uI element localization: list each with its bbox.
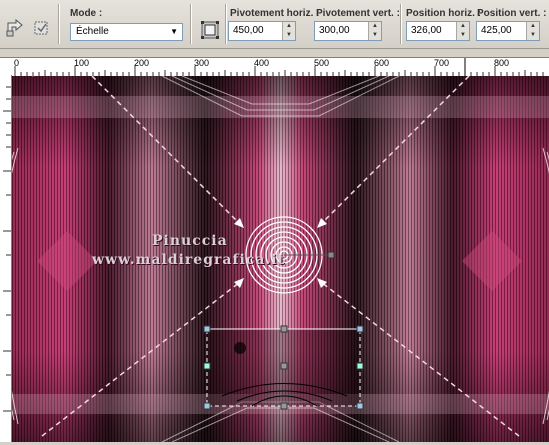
pivot-v-label: Pivotement vert. : [316,8,400,19]
pos-h-value: 326,00 [411,25,442,36]
vertical-ruler [0,75,12,442]
pick-tool-icon[interactable] [199,19,221,41]
ruler-label-800: 800 [494,58,510,68]
chevron-down-icon: ▼ [170,27,178,36]
separator [190,4,191,44]
watermark-url: www.maldiregrafica.it [92,252,286,268]
pivot-v-input[interactable]: 300,00 ▲ ▼ [314,21,382,41]
spin-down-icon[interactable]: ▼ [457,31,469,40]
pos-v-value: 425,00 [481,25,512,36]
rotation-handle[interactable] [327,251,335,259]
mode-value: Échelle [76,26,109,37]
ruler-label-200: 200 [134,58,150,68]
separator [400,4,401,44]
ruler-label-700: 700 [434,58,450,68]
spin-up-icon[interactable]: ▲ [369,22,381,31]
mode-select[interactable]: Échelle ▼ [70,23,183,41]
ruler-label-0: 0 [14,58,20,68]
reset-icon[interactable] [4,17,26,39]
pivot-h-label: Pivotement horiz. : [230,8,320,19]
horizontal-ruler: 0 100 200 300 400 500 600 700 800 [0,57,549,77]
image-canvas[interactable]: Pinuccia www.maldiregrafica.it [12,76,549,442]
ruler-label-400: 400 [254,58,270,68]
ruler-label-300: 300 [194,58,210,68]
pivot-v-value: 300,00 [319,25,350,36]
pivot-h-input[interactable]: 450,00 ▲ ▼ [228,21,296,41]
ruler-label-100: 100 [74,58,90,68]
ruler-label-500: 500 [314,58,330,68]
watermark-name: Pinuccia [152,233,228,249]
pivot-h-value: 450,00 [233,25,264,36]
spin-down-icon[interactable]: ▼ [527,31,539,40]
separator [58,4,59,44]
apply-icon[interactable] [30,17,52,39]
spin-up-icon[interactable]: ▲ [283,22,295,31]
pos-v-input[interactable]: 425,00 ▲ ▼ [476,21,540,41]
toolbar: Mode : Échelle ▼ Pivotement horiz. : 450… [0,0,549,49]
spin-up-icon[interactable]: ▲ [527,22,539,31]
separator [225,4,226,44]
pos-h-input[interactable]: 326,00 ▲ ▼ [406,21,470,41]
pos-v-label: Position vert. : [477,8,547,19]
spin-down-icon[interactable]: ▼ [283,31,295,40]
mode-label: Mode : [70,8,103,19]
pos-h-label: Position horiz. : [406,8,481,19]
ruler-label-600: 600 [374,58,390,68]
spin-up-icon[interactable]: ▲ [457,22,469,31]
spin-down-icon[interactable]: ▼ [369,31,381,40]
